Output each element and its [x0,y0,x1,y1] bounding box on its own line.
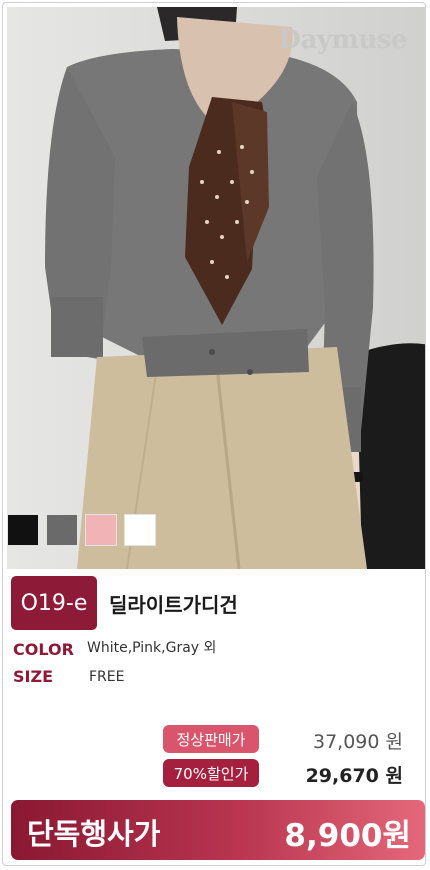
regular-price: 37,090 원 [312,731,403,753]
color-swatches [7,514,163,546]
product-code-badge: O19-e [11,576,97,630]
exclusive-label: 단독행사가 [27,817,161,851]
regular-price-tag: 정상판매가 [163,725,259,753]
color-value: White,Pink,Gray 외 [87,640,217,656]
discount-price: 29,670 원 [305,765,403,787]
discount-price-tag: 70%할인가 [163,759,259,787]
product-photo[interactable]: Daymuse [7,7,425,569]
exclusive-price-banner[interactable]: 단독행사가 8,900원 [11,800,425,860]
size-label: SIZE [13,667,54,686]
brand-logo: Daymuse [278,25,407,55]
color-label: COLOR [13,640,74,659]
swatch-black[interactable] [7,514,39,546]
product-image [7,7,425,569]
swatch-pink[interactable] [85,514,117,546]
product-name[interactable]: 딜라이트가디건 [109,589,238,618]
exclusive-price: 8,900원 [284,818,411,854]
product-card[interactable]: Daymuse O19-e 딜라이트가디건 COLOR White,Pink,G… [2,2,426,866]
swatch-white[interactable] [124,514,156,546]
swatch-gray[interactable] [46,514,78,546]
size-value: FREE [89,669,125,685]
